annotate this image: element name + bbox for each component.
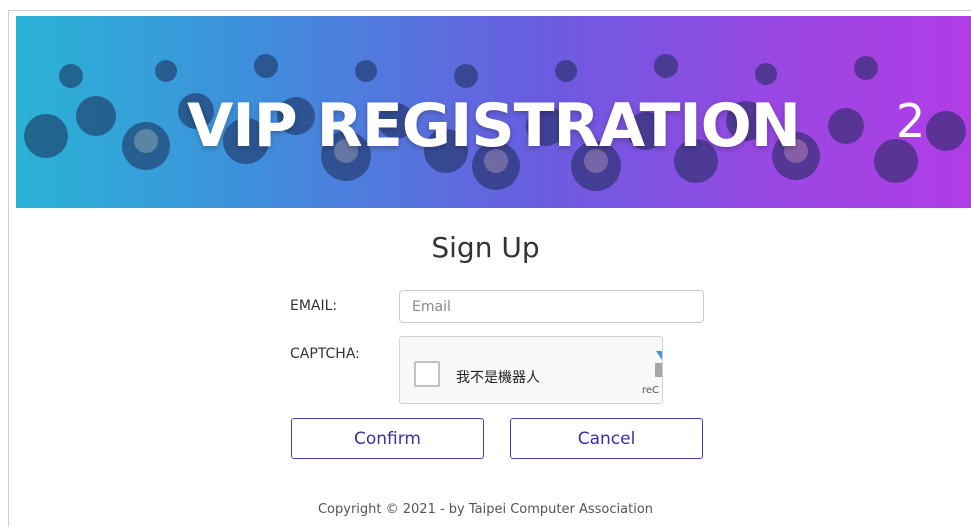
captcha-brand: reC: [642, 385, 660, 396]
captcha-checkbox[interactable]: [414, 361, 440, 387]
page-title: Sign Up: [431, 231, 540, 264]
captcha-widget: 我不是機器人 reC: [399, 336, 663, 404]
confirm-button[interactable]: Confirm: [291, 418, 484, 459]
footer-copyright: Copyright © 2021 - by Taipei Computer As…: [317, 502, 654, 517]
email-field[interactable]: [399, 290, 704, 323]
banner-title: VIP REGISTRATION: [187, 91, 801, 161]
captcha-label: CAPTCHA:: [290, 346, 360, 362]
captcha-checkbox-label: 我不是機器人: [456, 370, 540, 386]
recaptcha-icon: [655, 351, 662, 377]
banner-number: 2: [896, 94, 926, 148]
cancel-button[interactable]: Cancel: [510, 418, 703, 459]
banner: VIP REGISTRATION 2: [16, 16, 971, 208]
email-label: EMAIL:: [290, 298, 338, 314]
